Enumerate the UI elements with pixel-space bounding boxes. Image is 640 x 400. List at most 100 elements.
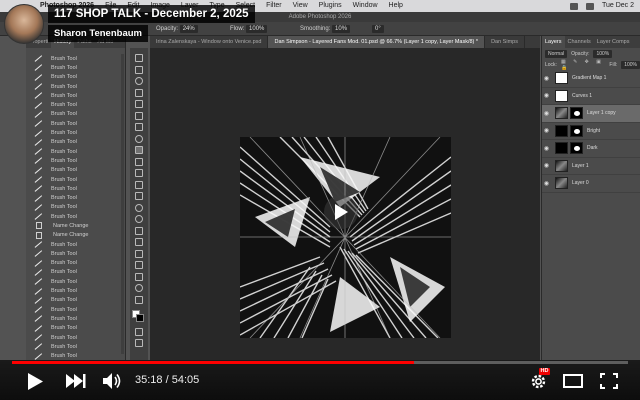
lasso-tool-icon[interactable]: [135, 77, 143, 85]
history-item[interactable]: Brush Tool: [26, 110, 126, 119]
clone-stamp-icon[interactable]: [135, 157, 143, 166]
history-item[interactable]: Brush Tool: [26, 259, 126, 268]
panel-tab-channels[interactable]: Channels: [565, 36, 594, 48]
fullscreen-button[interactable]: [598, 372, 620, 390]
eye-icon[interactable]: ◉: [542, 75, 551, 82]
layer-row[interactable]: ◉ Gradient Map 1: [542, 70, 640, 88]
center-play-button[interactable]: [324, 195, 358, 229]
history-item[interactable]: Brush Tool: [26, 193, 126, 202]
quick-mask-icon[interactable]: [135, 327, 143, 336]
video-title[interactable]: 117 SHOP TALK - December 2, 2025: [48, 5, 255, 23]
layer-mask-thumbnail[interactable]: [570, 142, 583, 155]
crop-tool-icon[interactable]: [135, 100, 143, 108]
history-item[interactable]: Brush Tool: [26, 296, 126, 305]
smoothing-option[interactable]: Smoothing: 10%: [300, 25, 351, 33]
pen-tool-icon[interactable]: [135, 226, 143, 235]
panel-tab-layer-comps[interactable]: Layer Comps: [594, 36, 633, 48]
layer-mask-thumbnail[interactable]: [570, 107, 583, 120]
eyedropper-tool-icon[interactable]: [135, 123, 143, 131]
menu-item-view[interactable]: View: [293, 1, 308, 11]
quick-select-tool-icon[interactable]: [135, 88, 143, 97]
eye-icon[interactable]: ◉: [542, 162, 551, 169]
history-item[interactable]: Brush Tool: [26, 203, 126, 212]
progress-bar[interactable]: [12, 361, 628, 364]
dodge-tool-icon[interactable]: [135, 215, 143, 223]
volume-button[interactable]: [102, 372, 124, 390]
history-item[interactable]: Name Change: [26, 221, 126, 230]
menu-item-help[interactable]: Help: [389, 1, 403, 11]
history-item[interactable]: Brush Tool: [26, 119, 126, 128]
layer-row[interactable]: ◉ Layer 1 copy: [542, 105, 640, 123]
history-item[interactable]: Brush Tool: [26, 147, 126, 156]
lock-icons[interactable]: ▦ ✎ ✥ ▣ 🔒: [561, 59, 605, 71]
history-scrollbar[interactable]: [121, 54, 124, 354]
history-item[interactable]: Brush Tool: [26, 277, 126, 286]
history-item[interactable]: Brush Tool: [26, 82, 126, 91]
background-color[interactable]: [136, 313, 144, 322]
color-swatches[interactable]: [132, 309, 146, 322]
theater-mode-button[interactable]: [562, 372, 584, 390]
layer-row[interactable]: ◉ Dark: [542, 140, 640, 158]
artwork-canvas[interactable]: [240, 137, 451, 338]
history-item[interactable]: Brush Tool: [26, 184, 126, 193]
history-item[interactable]: Brush Tool: [26, 342, 126, 351]
layer-row[interactable]: ◉ Layer 1: [542, 158, 640, 175]
path-select-icon[interactable]: [135, 249, 143, 258]
layer-row[interactable]: ◉ Bright: [542, 123, 640, 140]
healing-brush-icon[interactable]: [135, 134, 143, 143]
layer-opacity-value[interactable]: 100%: [593, 49, 613, 58]
history-item[interactable]: Brush Tool: [26, 333, 126, 342]
blur-tool-icon[interactable]: [135, 203, 143, 212]
menu-item-window[interactable]: Window: [353, 1, 378, 11]
eye-icon[interactable]: ◉: [542, 92, 551, 99]
history-item[interactable]: Name Change: [26, 231, 126, 240]
history-item[interactable]: Brush Tool: [26, 314, 126, 323]
layer-row[interactable]: ◉ Curves 1: [542, 88, 640, 105]
history-item[interactable]: Brush Tool: [26, 286, 126, 295]
type-tool-icon[interactable]: [135, 238, 143, 246]
history-item[interactable]: Brush Tool: [26, 240, 126, 249]
frame-tool-icon[interactable]: [135, 111, 143, 120]
move-tool-icon[interactable]: [135, 54, 143, 62]
history-item[interactable]: Brush Tool: [26, 156, 126, 165]
layer-mask-thumbnail[interactable]: [570, 124, 583, 137]
marquee-tool-icon[interactable]: [135, 65, 143, 74]
menu-item-filter[interactable]: Filter: [266, 1, 282, 11]
brush-tool-icon[interactable]: [135, 146, 143, 154]
document-tab[interactable]: Dan Simps: [485, 36, 525, 48]
history-item[interactable]: Brush Tool: [26, 268, 126, 277]
eye-icon[interactable]: ◉: [542, 127, 551, 134]
settings-button[interactable]: HD: [528, 368, 550, 390]
next-button[interactable]: [64, 372, 88, 390]
gradient-tool-icon[interactable]: [135, 192, 143, 200]
history-item[interactable]: Brush Tool: [26, 54, 126, 63]
layer-row[interactable]: ◉ Layer 0: [542, 175, 640, 193]
eye-icon[interactable]: ◉: [542, 180, 551, 187]
more-tools-icon[interactable]: [135, 295, 143, 304]
history-item[interactable]: Brush Tool: [26, 175, 126, 184]
history-item[interactable]: Brush Tool: [26, 324, 126, 333]
panel-tab-layers[interactable]: Layers: [542, 36, 565, 48]
blend-mode-select[interactable]: Normal: [545, 49, 568, 58]
zoom-tool-icon[interactable]: [135, 284, 143, 292]
history-item[interactable]: Brush Tool: [26, 249, 126, 258]
eye-icon[interactable]: ◉: [542, 110, 551, 117]
history-item[interactable]: Brush Tool: [26, 128, 126, 137]
fill-value[interactable]: 100%: [621, 60, 640, 69]
play-button[interactable]: [24, 372, 46, 390]
menu-item-plugins[interactable]: Plugins: [319, 1, 342, 11]
history-item[interactable]: Brush Tool: [26, 138, 126, 147]
history-item[interactable]: Brush Tool: [26, 91, 126, 100]
angle-option[interactable]: 0°: [372, 25, 384, 33]
history-item[interactable]: Brush Tool: [26, 63, 126, 72]
hand-tool-icon[interactable]: [135, 272, 143, 281]
screen-mode-icon[interactable]: [135, 339, 143, 347]
document-tab[interactable]: Dan Simpson - Layered Fans Mod. 01.psd @…: [268, 36, 486, 48]
history-item[interactable]: Brush Tool: [26, 166, 126, 175]
eye-icon[interactable]: ◉: [542, 145, 551, 152]
history-item[interactable]: Brush Tool: [26, 100, 126, 109]
history-item[interactable]: Brush Tool: [26, 73, 126, 82]
history-brush-icon[interactable]: [135, 169, 143, 177]
eraser-tool-icon[interactable]: [135, 180, 143, 189]
channel-avatar[interactable]: [4, 4, 44, 44]
